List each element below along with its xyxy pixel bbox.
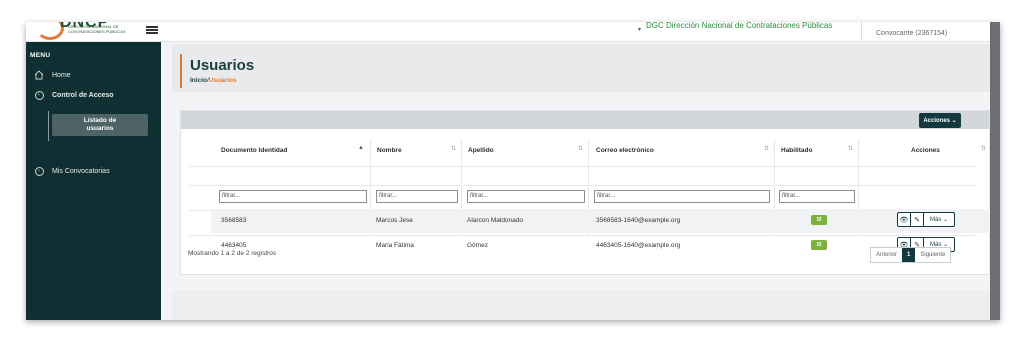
window-edge — [990, 22, 1000, 320]
pagination-next-button[interactable]: Siguiente — [915, 248, 950, 262]
sidebar-item-label: Mis Convocatorias — [52, 167, 110, 175]
users-table-card: Acciones ⌄ Documento Identidad ▲ Nombre … — [180, 110, 991, 275]
user-role[interactable]: Convocante (2367154) — [876, 30, 947, 37]
sort-icon[interactable]: ⇅ — [451, 145, 456, 152]
hamburger-menu-icon[interactable] — [146, 26, 158, 34]
sort-icon[interactable]: ⇅ — [764, 145, 769, 152]
top-bar: DNCP DIRECCIÓN NACIONAL DE CONTRATACIONE… — [26, 22, 990, 42]
pagination: Anterior 1 Siguiente — [870, 247, 952, 263]
column-header-correo[interactable]: Correo electrónico — [596, 147, 654, 154]
sidebar-item-listado-usuarios[interactable]: Listado de usuarios — [52, 114, 148, 136]
table-row[interactable]: 3568583 Marcos Jese Alarcon Maldonado 35… — [211, 209, 991, 233]
title-accent-bar — [180, 54, 182, 88]
sidebar-item-mis-convocatorias[interactable]: › Mis Convocatorias — [34, 164, 110, 178]
status-badge: SÍ — [811, 215, 827, 225]
breadcrumb-current: Usuarios — [208, 77, 237, 84]
cell-documento: 3568583 — [221, 217, 247, 224]
breadcrumb-home[interactable]: Inicio — [190, 77, 207, 84]
sidebar: MENU Home › Control de Acceso Listado de… — [26, 42, 161, 320]
home-icon — [34, 70, 44, 80]
chevron-circle-icon: › — [34, 166, 44, 176]
pagination-prev-button[interactable]: Anterior — [871, 248, 902, 262]
sort-icon[interactable]: ⇅ — [981, 145, 986, 152]
menu-title: MENU — [30, 52, 51, 59]
column-header-apellido[interactable]: Apellido — [468, 147, 494, 154]
table-toolbar: Acciones ⌄ — [181, 111, 989, 129]
filter-apellido-input[interactable]: filtrar... — [467, 190, 585, 203]
column-header-documento[interactable]: Documento Identidad — [221, 147, 287, 154]
bottom-card — [172, 290, 990, 320]
cell-documento: 4463405 — [221, 242, 247, 249]
org-dropdown-caret-icon[interactable]: ▾ — [638, 26, 641, 33]
page-header — [172, 44, 990, 92]
cell-correo: 4463405-1640@example.org — [596, 242, 681, 249]
more-dropdown-button[interactable]: Más ⌄ — [924, 213, 954, 226]
status-badge: SÍ — [811, 240, 827, 250]
cell-nombre: Maria Fátima — [376, 242, 414, 249]
sidebar-item-label-line2: usuarios — [86, 125, 114, 132]
submenu-line — [48, 111, 49, 141]
sidebar-item-label: Control de Acceso — [52, 91, 114, 99]
view-eye-icon[interactable]: 👁 — [898, 213, 911, 226]
filter-documento-input[interactable]: filtrar... — [219, 190, 367, 203]
filter-nombre-input[interactable]: filtrar... — [376, 190, 458, 203]
sidebar-item-label-line1: Listado de — [83, 117, 117, 124]
page-title: Usuarios — [190, 57, 255, 74]
sidebar-item-label: Home — [52, 71, 71, 79]
chevron-circle-icon: › — [34, 90, 44, 100]
acciones-dropdown-button[interactable]: Acciones ⌄ — [919, 113, 961, 128]
column-header-acciones: Acciones — [911, 147, 940, 154]
sort-ascending-icon[interactable]: ▲ — [358, 145, 364, 151]
column-header-nombre[interactable]: Nombre — [377, 147, 402, 154]
edit-icon[interactable]: ✎ — [911, 213, 924, 226]
filter-correo-input[interactable]: filtrar... — [594, 190, 770, 203]
sidebar-item-home[interactable]: Home — [34, 68, 71, 82]
cell-apellido: Alarcon Maldonado — [467, 217, 524, 224]
cell-apellido: Gómez — [467, 242, 488, 249]
sort-icon[interactable]: ⇅ — [578, 145, 583, 152]
pagination-page-1[interactable]: 1 — [902, 248, 916, 262]
filter-habilitado-input[interactable]: filtrar... — [779, 190, 855, 203]
table-info-text: Mostrando 1 a 2 de 2 registros — [188, 250, 277, 257]
cell-nombre: Marcos Jese — [376, 217, 413, 224]
column-header-habilitado[interactable]: Habilitado — [781, 147, 812, 154]
sidebar-item-control-acceso[interactable]: › Control de Acceso — [34, 88, 114, 102]
breadcrumb: Inicio/Usuarios — [190, 77, 237, 84]
sort-icon[interactable]: ⇅ — [848, 145, 853, 152]
logo-subtitle-2: CONTRATACIONES PÚBLICAS — [68, 29, 126, 34]
app-window: DNCP DIRECCIÓN NACIONAL DE CONTRATACIONE… — [26, 22, 1000, 320]
cell-correo: 3568583-1640@example.org — [596, 217, 681, 224]
organization-name[interactable]: DGC Dirección Nacional de Contrataciones… — [646, 22, 832, 30]
dncp-logo[interactable]: DNCP DIRECCIÓN NACIONAL DE CONTRATACIONE… — [34, 22, 144, 40]
topbar-divider — [861, 22, 862, 40]
row-actions: 👁 ✎ Más ⌄ — [897, 212, 955, 227]
